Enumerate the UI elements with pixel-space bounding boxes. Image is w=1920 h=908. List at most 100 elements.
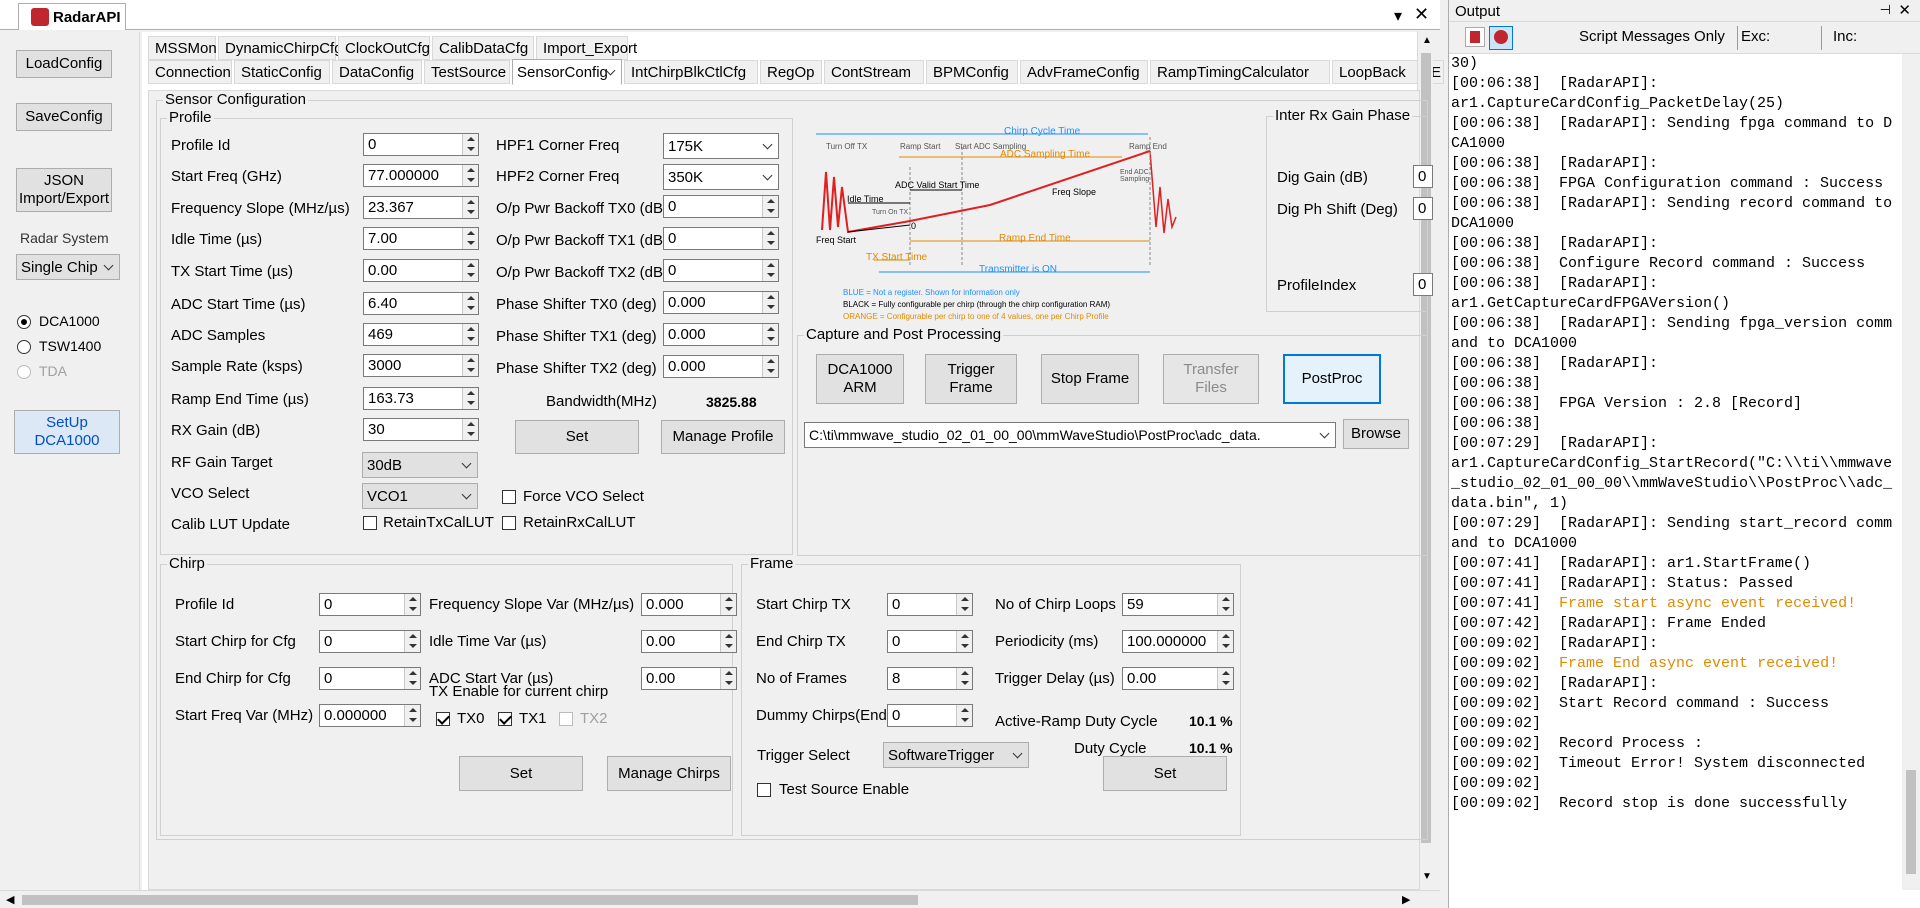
profile-field-7-spinner[interactable] [462,355,478,376]
chirp-field-1[interactable]: 0 [319,630,421,653]
frame-field-1[interactable]: 0 [887,630,973,653]
frame-set-button[interactable]: Set [1103,756,1227,791]
frame-field-2-spinner[interactable] [956,668,972,689]
stop-frame-button[interactable]: Stop Frame [1041,354,1139,404]
close-output-icon[interactable]: ✕ [1898,1,1911,19]
frame-right-field-0[interactable]: 59 [1122,593,1234,616]
profile-field-0-spinner[interactable] [462,134,478,155]
test-source-checkbox[interactable] [757,783,771,797]
tab-regop[interactable]: RegOp [760,60,822,84]
horizontal-scrollbar[interactable]: ◀ ▶ [0,890,1440,908]
tab-staticconfig[interactable]: StaticConfig [234,60,330,84]
profile-field-0[interactable]: 0 [363,133,479,156]
profile-right-field-2-spinner[interactable] [762,260,778,281]
chirp-var-field-0-spinner[interactable] [720,594,736,615]
manage-chirps-button[interactable]: Manage Chirps [607,756,731,791]
profile-right-field-2[interactable]: 0 [663,259,779,282]
load-config-button[interactable]: LoadConfig [16,50,112,78]
profile-field-9-spinner[interactable] [462,419,478,440]
chirp-field-3[interactable]: 0.000000 [319,704,421,727]
tab-import_export[interactable]: Import_Export [536,36,637,60]
rf-gain-target-select[interactable]: 30dB [362,452,478,478]
tab-dynamicchirpcfg[interactable]: DynamicChirpCfg [218,36,343,60]
script-messages-filter[interactable]: Script Messages Only [1579,28,1725,45]
profile-right-field-4[interactable]: 0.000 [663,323,779,346]
chirp-set-button[interactable]: Set [459,756,583,791]
dig-ph-input[interactable]: 0 [1413,197,1433,220]
profile-set-button[interactable]: Set [515,420,639,454]
include-input[interactable] [1865,27,1917,49]
tsw1400-radio[interactable] [17,340,31,354]
tab-sensorconfig[interactable]: SensorConfig [512,59,622,85]
profile-right-field-0-spinner[interactable] [762,196,778,217]
info-filter-icon[interactable] [1489,26,1513,50]
chirp-var-field-2-spinner[interactable] [720,668,736,689]
tab-contstream[interactable]: ContStream [824,60,924,84]
frame-right-field-1-spinner[interactable] [1217,631,1233,652]
profile-right-field-4-spinner[interactable] [762,324,778,345]
chirp-field-3-spinner[interactable] [404,705,420,726]
scroll-up-icon[interactable]: ▲ [1422,35,1432,46]
profile-field-1-spinner[interactable] [462,165,478,186]
chirp-var-field-2[interactable]: 0.00 [641,667,737,690]
hscroll-thumb[interactable] [22,895,918,905]
tx1-checkbox[interactable] [498,712,512,726]
data-path-select[interactable]: C:\ti\mmwave_studio_02_01_00_00\mmWaveSt… [804,422,1336,448]
trigger-select[interactable]: SoftwareTrigger [883,742,1029,768]
clear-log-icon[interactable] [1465,27,1485,47]
output-log[interactable]: 30) [00:06:38] [RadarAPI]: ar1.CaptureCard… [1451,54,1901,890]
tab-mssmon[interactable]: MSSMon [148,36,217,60]
frame-field-0-spinner[interactable] [956,594,972,615]
tab-testsource[interactable]: TestSource [424,60,510,84]
json-import-export-button[interactable]: JSON Import/Export [16,168,112,212]
dca1000-arm-button[interactable]: DCA1000 ARM [816,354,904,404]
tab-calibdatacfg[interactable]: CalibDataCfg [432,36,534,60]
chirp-var-field-0[interactable]: 0.000 [641,593,737,616]
profile-right-field-1-spinner[interactable] [762,228,778,249]
hpf2-select[interactable]: 350K [663,164,779,190]
profile-right-field-3[interactable]: 0.000 [663,291,779,314]
profile-right-field-1[interactable]: 0 [663,227,779,250]
tab-loopback[interactable]: LoopBack [1332,60,1422,84]
close-icon[interactable]: ✕ [1414,4,1429,25]
frame-right-field-0-spinner[interactable] [1217,594,1233,615]
profile-index-input[interactable]: 0 [1413,273,1433,296]
frame-field-3-spinner[interactable] [956,705,972,726]
frame-field-0[interactable]: 0 [887,593,973,616]
tab-advframeconfig[interactable]: AdvFrameConfig [1020,60,1148,84]
manage-profile-button[interactable]: Manage Profile [661,420,785,454]
profile-field-4-spinner[interactable] [462,260,478,281]
profile-field-8[interactable]: 163.73 [363,387,479,410]
hpf1-select[interactable]: 175K [663,133,779,159]
tab-intchirpblkctlcfg[interactable]: IntChirpBlkCtlCfg [624,60,758,84]
profile-field-7[interactable]: 3000 [363,354,479,377]
profile-field-6-spinner[interactable] [462,324,478,345]
setup-dca1000-button[interactable]: SetUp DCA1000 [14,410,120,454]
dca1000-radio[interactable] [17,315,31,329]
trigger-frame-button[interactable]: Trigger Frame [925,354,1017,404]
profile-right-field-0[interactable]: 0 [663,195,779,218]
profile-right-field-5[interactable]: 0.000 [663,355,779,378]
radarapi-tab[interactable]: RadarAPI [18,3,126,30]
tx0-checkbox[interactable] [436,712,450,726]
output-scrollbar[interactable] [1902,54,1920,890]
postproc-button[interactable]: PostProc [1283,354,1381,404]
chirp-field-2[interactable]: 0 [319,667,421,690]
profile-field-3-spinner[interactable] [462,228,478,249]
frame-right-field-1[interactable]: 100.000000 [1122,630,1234,653]
force-vco-checkbox[interactable] [502,490,516,504]
tab-dataconfig[interactable]: DataConfig [332,60,422,84]
retain-tx-checkbox[interactable] [363,516,377,530]
browse-button[interactable]: Browse [1343,419,1409,449]
profile-right-field-3-spinner[interactable] [762,292,778,313]
profile-field-3[interactable]: 7.00 [363,227,479,250]
profile-field-1[interactable]: 77.000000 [363,164,479,187]
chirp-var-field-1[interactable]: 0.00 [641,630,737,653]
profile-field-5[interactable]: 6.40 [363,292,479,315]
output-scroll-thumb[interactable] [1906,770,1916,874]
tab-ramptimingcalculator[interactable]: RampTimingCalculator [1150,60,1330,84]
frame-field-1-spinner[interactable] [956,631,972,652]
scroll-down-icon[interactable]: ▼ [1422,871,1432,882]
retain-rx-checkbox[interactable] [502,516,516,530]
chirp-field-2-spinner[interactable] [404,668,420,689]
